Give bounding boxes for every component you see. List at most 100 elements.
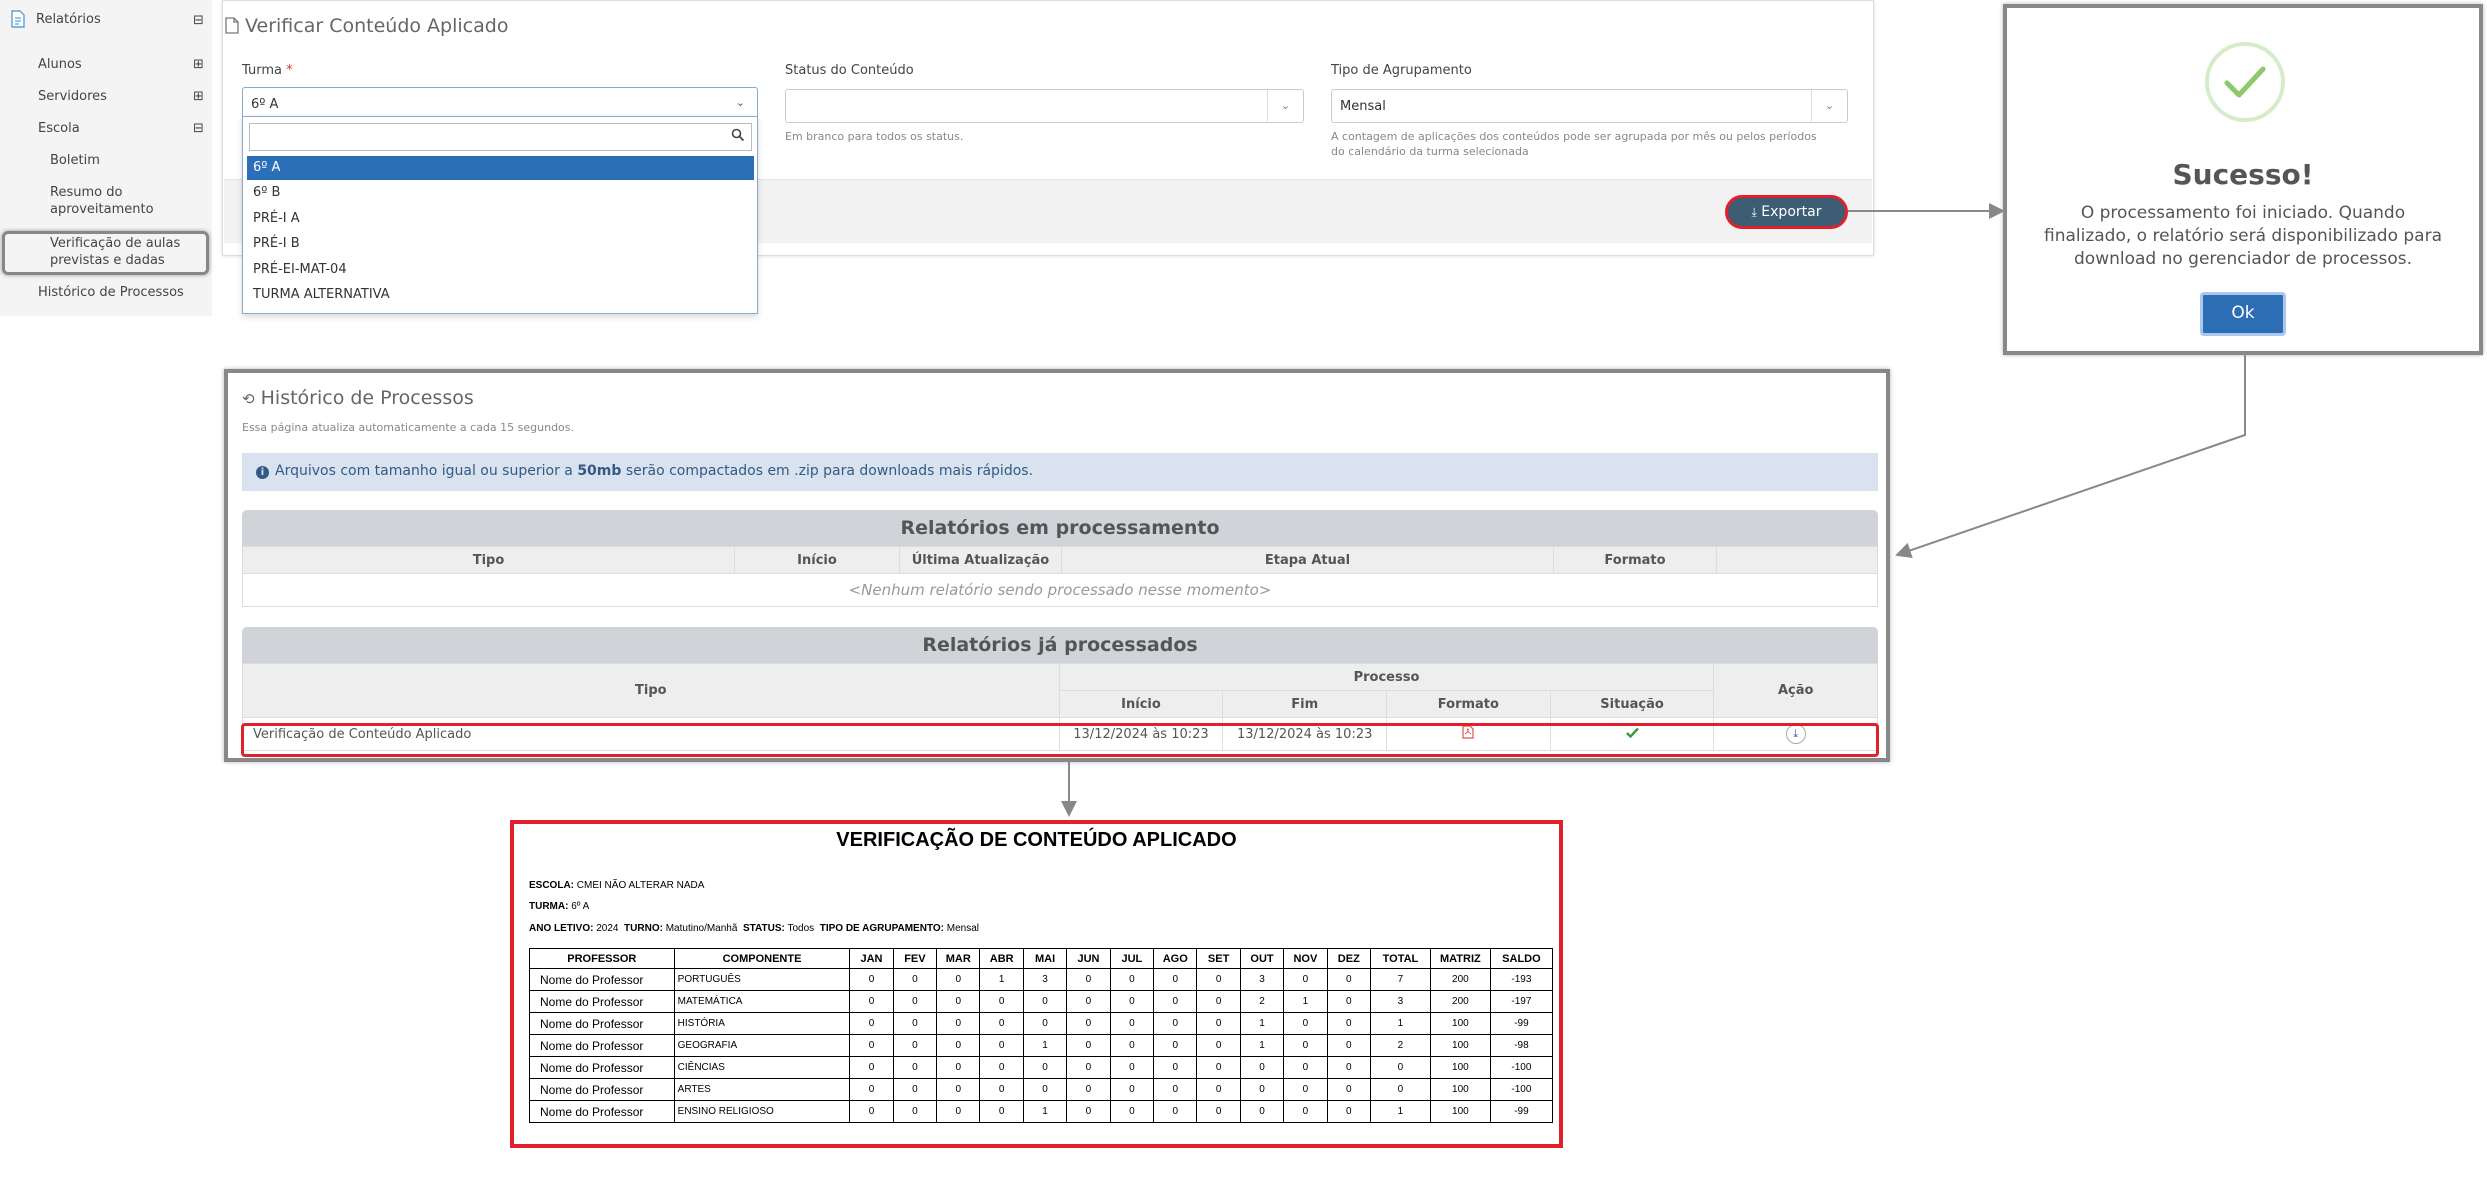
report-cell-value: 0	[849, 968, 894, 991]
info-icon: i	[256, 466, 269, 479]
col-header	[1716, 546, 1878, 574]
report-cell-value: 0	[1370, 1078, 1431, 1101]
dropdown-option[interactable]: PRÉ-EI-MAT-04	[247, 258, 754, 282]
report-cell-professor: Nome do Professor	[529, 990, 675, 1013]
turma-dropdown-list: 6º A 6º B PRÉ-I A PRÉ-I B PRÉ-EI-MAT-04 …	[242, 116, 758, 314]
report-cell-value: 100	[1429, 1012, 1491, 1035]
dropdown-option[interactable]: TURMA ALTERNATIVA	[247, 283, 754, 307]
agrupamento-help: A contagem de aplicações dos conteúdos p…	[1331, 130, 1817, 158]
agrupamento-select[interactable]: Mensal ⌄	[1331, 89, 1848, 123]
report-cell-value: 0	[1196, 990, 1241, 1013]
report-cell-value: 0	[1022, 1056, 1068, 1079]
report-col-header: OUT	[1239, 948, 1285, 969]
report-cell-value: 3	[1022, 968, 1068, 991]
report-cell-value: 0	[1109, 1012, 1155, 1035]
report-cell-value: 0	[1153, 1056, 1198, 1079]
report-cell-value: 2	[1239, 990, 1285, 1013]
report-cell-value: 0	[1283, 1056, 1328, 1079]
report-cell-value: 0	[849, 1034, 894, 1057]
report-cell-value: 0	[849, 1100, 894, 1123]
sidebar-item-alunos[interactable]: Alunos	[38, 57, 82, 72]
report-cell-professor: Nome do Professor	[529, 1056, 675, 1079]
col-header: Tipo	[242, 546, 735, 574]
collapse-icon[interactable]: ⊟	[193, 13, 204, 28]
file-icon	[225, 17, 239, 34]
report-cell-value: 0	[1196, 1100, 1241, 1123]
collapse-icon[interactable]: ⊟	[193, 121, 204, 136]
report-cell-value: 0	[1109, 1056, 1155, 1079]
report-cell-value: 0	[1196, 1034, 1241, 1057]
report-cell-value: 3	[1239, 968, 1285, 991]
report-col-header: NOV	[1283, 948, 1328, 969]
sidebar: Relatórios ⊟ Alunos ⊞ Servidores ⊞ Escol…	[0, 0, 212, 316]
report-cell-value: 0	[1326, 968, 1372, 991]
report-cell-value: 0	[1326, 1056, 1372, 1079]
dropdown-option[interactable]: PRÉ-I A	[247, 207, 754, 231]
report-cell-value: 0	[1066, 968, 1111, 991]
report-cell-value: 0	[936, 1056, 981, 1079]
report-cell-value: 0	[1153, 1078, 1198, 1101]
chevron-down-icon: ⌄	[1267, 90, 1303, 122]
report-cell-value: -197	[1489, 990, 1554, 1013]
report-row: Nome do Professor ENSINO RELIGIOSO 0 0 0 0 1 0 0…	[529, 1100, 1554, 1123]
report-row: Nome do Professor MATEMÁTICA 0 0 0 0 0 0 0 0 0 2 1 0 3…	[529, 990, 1554, 1013]
report-cell-professor: Nome do Professor	[529, 1012, 675, 1035]
status-select[interactable]: ⌄	[785, 89, 1304, 123]
ok-button[interactable]: Ok	[2200, 292, 2286, 336]
report-row: Nome do Professor GEOGRAFIA 0 0 0 0 1 0 0 0 0 1 0 0 2 1…	[529, 1034, 1554, 1057]
chevron-down-icon: ⌄	[1811, 90, 1847, 122]
report-cell-value: 1	[1022, 1100, 1068, 1123]
sidebar-reports-label: Relatórios	[36, 12, 101, 27]
report-cell-value: 0	[979, 1078, 1024, 1101]
dropdown-option[interactable]: PRÉ-I B	[247, 232, 754, 256]
report-cell-value: 200	[1429, 968, 1491, 991]
sidebar-item-resumo[interactable]: Resumo do aproveitamento	[50, 184, 170, 218]
report-col-header: DEZ	[1326, 948, 1372, 969]
report-col-header: MAI	[1022, 948, 1068, 969]
report-meta: ANO LETIVO: 2024 TURNO: Matutino/Manhã S…	[529, 923, 980, 934]
col-header: Última Atualização	[899, 546, 1062, 574]
dropdown-search-input[interactable]	[249, 123, 752, 151]
report-cell-value: 0	[1283, 1100, 1328, 1123]
sidebar-item-escola[interactable]: Escola	[38, 121, 80, 136]
report-cell-value: 0	[892, 968, 938, 991]
report-cell-value: 1	[1022, 1034, 1068, 1057]
report-cell-value: -100	[1489, 1056, 1554, 1079]
dropdown-option[interactable]: 6º A	[247, 156, 754, 180]
report-col-header: MATRIZ	[1429, 948, 1491, 969]
report-col-header: TOTAL	[1370, 948, 1431, 969]
report-cell-value: 0	[979, 1034, 1024, 1057]
report-cell-value: 200	[1429, 990, 1491, 1013]
report-cell-value: 0	[1283, 1078, 1328, 1101]
sidebar-item-servidores[interactable]: Servidores	[38, 89, 107, 104]
report-cell-value: 0	[1022, 990, 1068, 1013]
col-header: Início	[734, 546, 900, 574]
report-col-header: SET	[1196, 948, 1241, 969]
report-cell-value: 0	[1153, 990, 1198, 1013]
report-escola: ESCOLA: CMEI NÃO ALTERAR NADA	[529, 880, 705, 891]
report-cell-value: 0	[1196, 1056, 1241, 1079]
sidebar-item-historico[interactable]: Histórico de Processos	[38, 285, 184, 300]
report-cell-value: 1	[1239, 1012, 1285, 1035]
page-title: Verificar Conteúdo Aplicado	[245, 15, 509, 37]
dropdown-option[interactable]: 6º B	[247, 181, 754, 205]
sidebar-item-boletim[interactable]: Boletim	[50, 153, 100, 168]
report-cell-value: 0	[1109, 1034, 1155, 1057]
report-cell-value: 0	[1196, 968, 1241, 991]
export-button[interactable]: ⤓ Exportar	[1725, 195, 1848, 229]
report-cell-value: 0	[849, 1078, 894, 1101]
expand-icon[interactable]: ⊞	[193, 89, 204, 104]
history-subtitle: Essa página atualiza automaticamente a c…	[242, 421, 575, 434]
report-cell-value: 0	[1283, 1034, 1328, 1057]
report-turma: TURMA: 6º A	[529, 901, 590, 912]
report-cell-value: 0	[1109, 990, 1155, 1013]
report-cell-professor: Nome do Professor	[529, 1100, 675, 1123]
report-cell-professor: Nome do Professor	[529, 1078, 675, 1101]
processed-heading: Relatórios já processados	[242, 627, 1878, 663]
status-help: Em branco para todos os status.	[785, 130, 964, 143]
chevron-down-icon: ⌄	[735, 96, 745, 109]
report-cell-value: 0	[936, 968, 981, 991]
report-cell-professor: Nome do Professor	[529, 968, 675, 991]
expand-icon[interactable]: ⊞	[193, 57, 204, 72]
report-cell-value: 1	[1370, 1100, 1431, 1123]
